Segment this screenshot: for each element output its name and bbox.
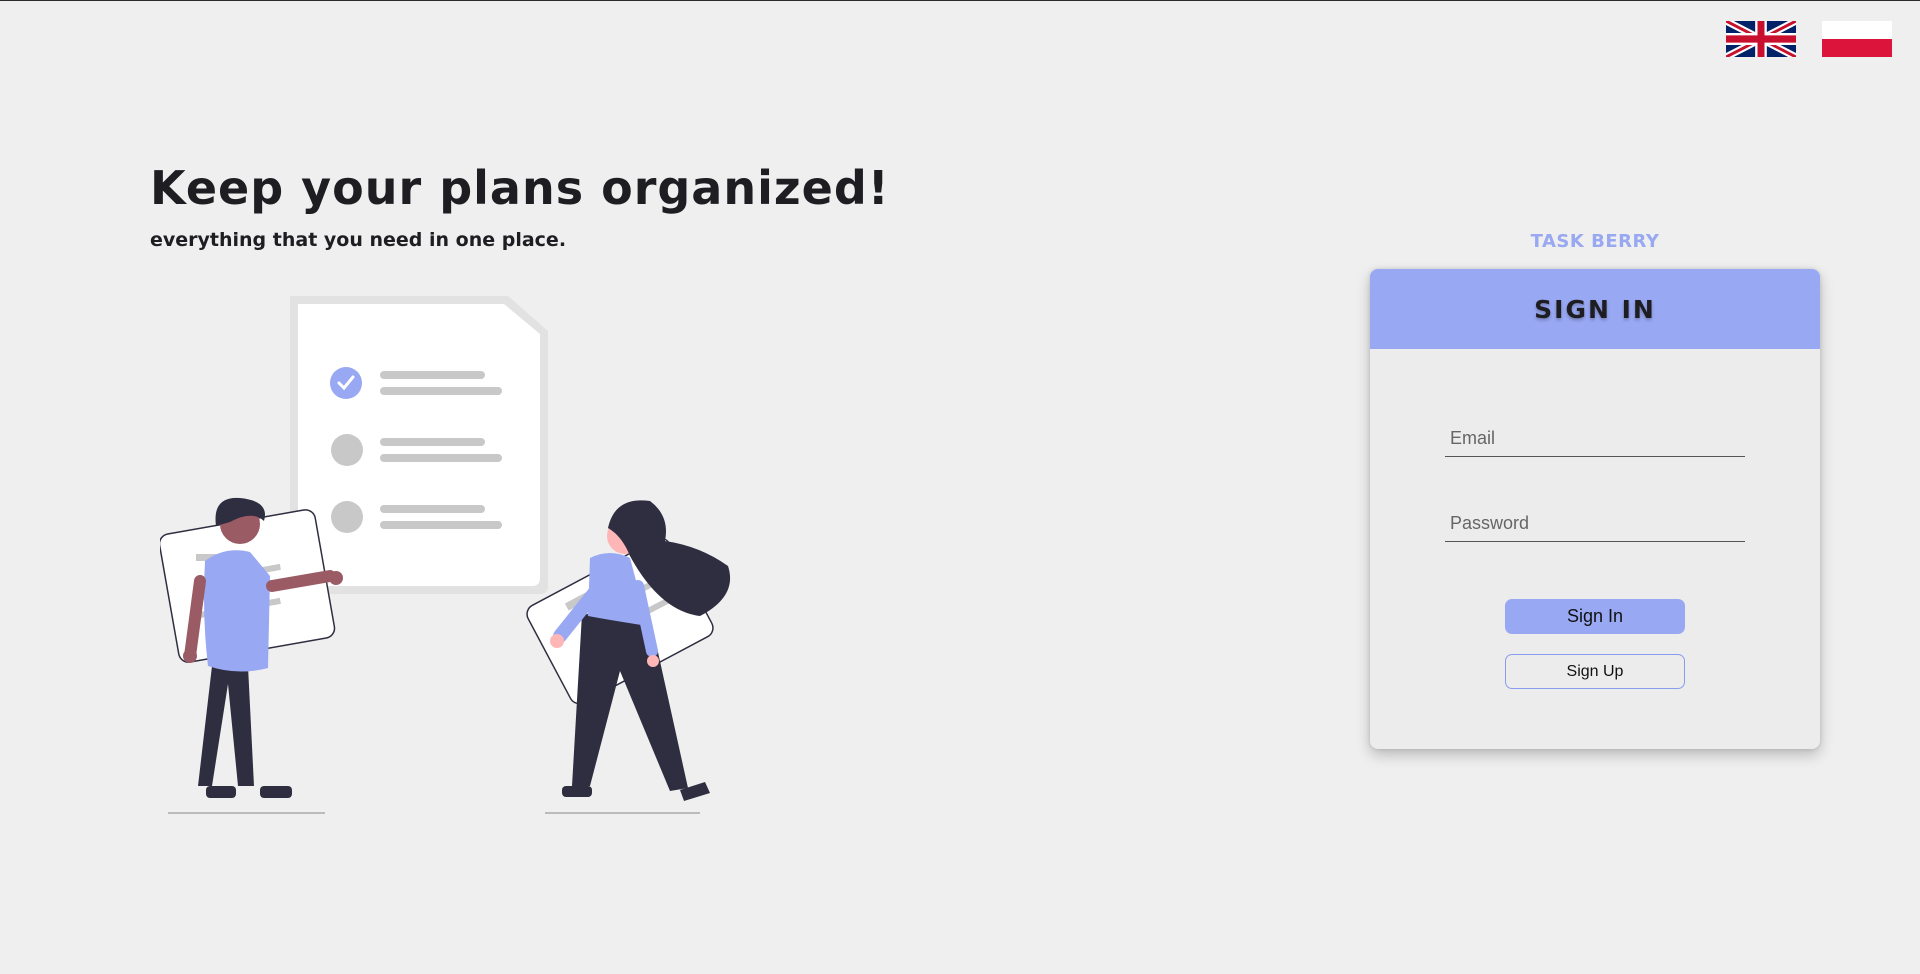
hero-subtitle: everything that you need in one place. [150, 229, 567, 251]
planning-illustration [160, 296, 731, 814]
checklist-document [290, 296, 548, 594]
uk-flag-icon[interactable] [1726, 21, 1796, 57]
woman-figure [526, 500, 731, 814]
signup-button[interactable]: Sign Up [1505, 654, 1685, 689]
man-figure [160, 497, 343, 814]
language-switcher [1726, 21, 1892, 57]
email-field[interactable] [1445, 421, 1745, 457]
hero-title: Keep your plans organized! [150, 161, 890, 215]
signin-title: SIGN IN [1534, 294, 1656, 324]
check-circle-icon [330, 367, 362, 399]
signin-button[interactable]: Sign In [1505, 599, 1685, 634]
signin-card: SIGN IN Sign In Sign Up [1370, 269, 1820, 749]
signin-header: SIGN IN [1370, 269, 1820, 349]
brand-name: TASK BERRY [1530, 231, 1660, 252]
password-field[interactable] [1445, 506, 1745, 542]
poland-flag-icon[interactable] [1822, 21, 1892, 57]
hero: Keep your plans organized! everything th… [150, 161, 890, 251]
